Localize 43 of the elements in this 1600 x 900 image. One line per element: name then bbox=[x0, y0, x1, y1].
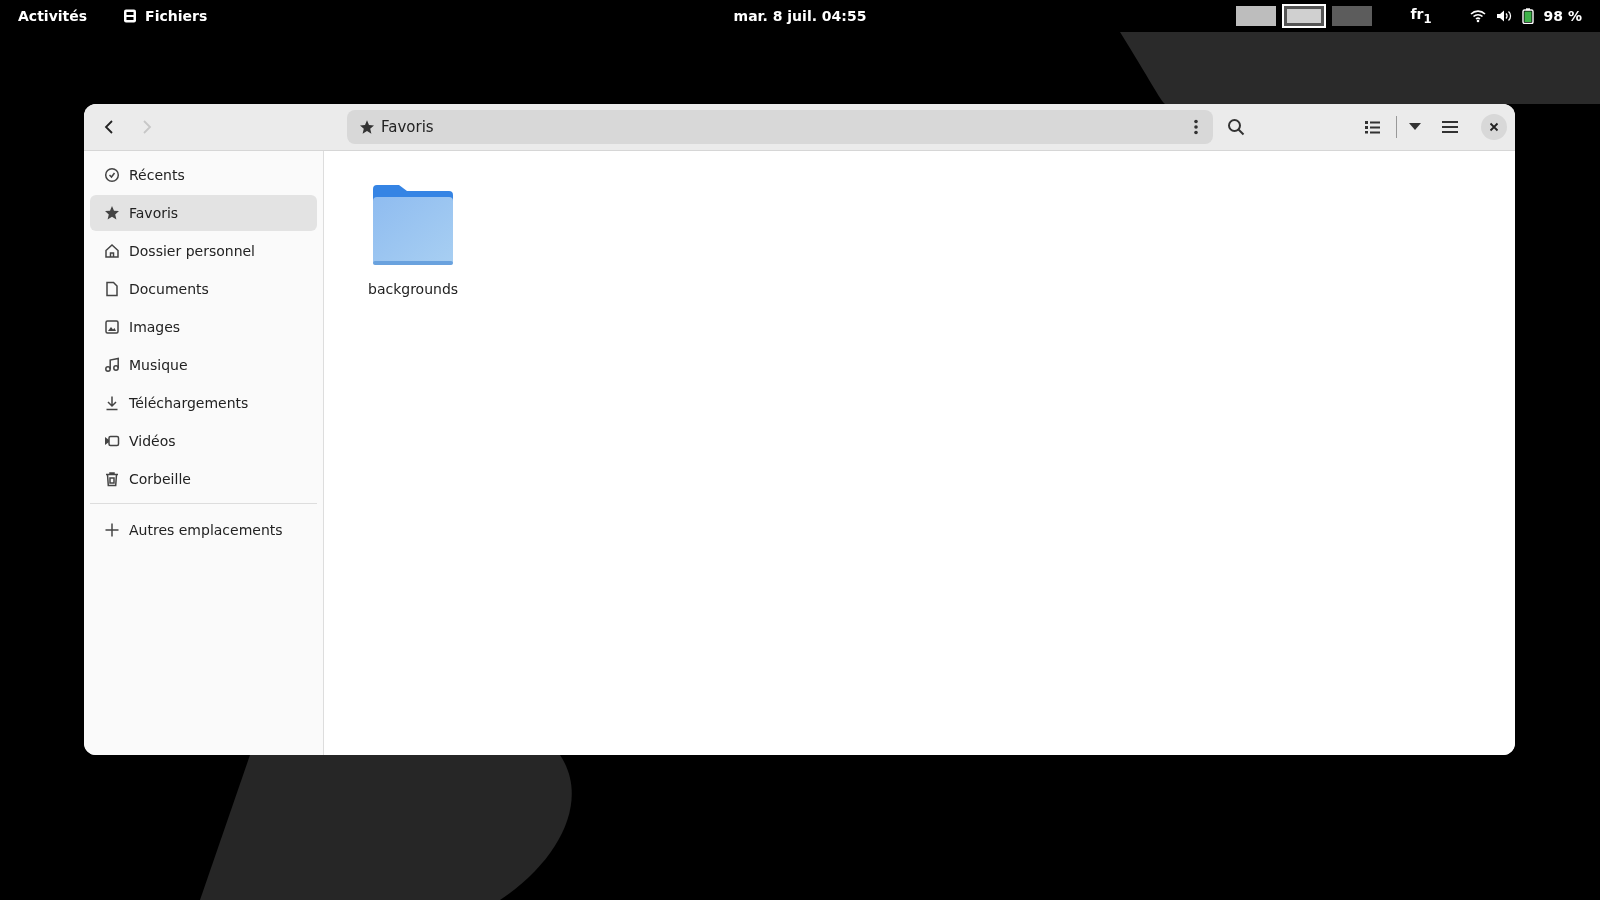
activities-button[interactable]: Activités bbox=[18, 8, 88, 24]
sidebar-item[interactable]: Vidéos bbox=[90, 423, 317, 459]
file-cabinet-icon bbox=[123, 9, 138, 23]
sidebar-item[interactable]: Favoris bbox=[90, 195, 317, 231]
close-button[interactable] bbox=[1481, 114, 1507, 140]
close-icon bbox=[1489, 122, 1499, 132]
battery-icon bbox=[1521, 8, 1534, 24]
wifi-icon bbox=[1469, 9, 1486, 23]
search-icon bbox=[1227, 118, 1245, 136]
location-bar[interactable]: Favoris bbox=[347, 110, 1213, 144]
menu-icon bbox=[1442, 120, 1458, 134]
sidebar-item[interactable]: Images bbox=[90, 309, 317, 345]
app-menu[interactable]: Fichiers bbox=[123, 8, 208, 24]
sidebar-item[interactable]: Corbeille bbox=[90, 461, 317, 497]
star-icon bbox=[359, 119, 375, 135]
music-icon bbox=[104, 357, 120, 373]
home-icon bbox=[104, 243, 120, 259]
doc-icon bbox=[104, 281, 120, 297]
list-icon bbox=[1365, 120, 1381, 134]
clock[interactable]: mar. 8 juil. 04:55 bbox=[733, 8, 867, 24]
plus-icon bbox=[104, 522, 120, 538]
workspace-thumbnail[interactable] bbox=[1284, 6, 1325, 26]
workspace-thumbnail[interactable] bbox=[1236, 6, 1277, 26]
folder-icon bbox=[373, 185, 454, 267]
sidebar-item[interactable]: Dossier personnel bbox=[90, 233, 317, 269]
vertical-dots-icon bbox=[1194, 119, 1198, 135]
sidebar-item[interactable]: Téléchargements bbox=[90, 385, 317, 421]
caret-icon bbox=[1409, 123, 1421, 131]
download-icon bbox=[104, 395, 120, 411]
system-menu[interactable]: 98 % bbox=[1469, 8, 1582, 24]
video-icon bbox=[104, 433, 120, 449]
sidebar-item[interactable]: Récents bbox=[90, 157, 317, 193]
sidebar-item[interactable]: Autres emplacements bbox=[90, 512, 317, 548]
speaker-icon bbox=[1495, 9, 1512, 23]
folder-item[interactable]: backgrounds bbox=[364, 181, 463, 301]
trash-icon bbox=[104, 471, 120, 487]
clock-icon bbox=[104, 167, 120, 183]
star-icon bbox=[104, 205, 120, 221]
sidebar-item[interactable]: Documents bbox=[90, 271, 317, 307]
sidebar-item[interactable]: Musique bbox=[90, 347, 317, 383]
image-icon bbox=[104, 319, 120, 335]
workspace-thumbnail[interactable] bbox=[1332, 6, 1373, 26]
keyboard-layout[interactable]: fr$_{1}$ bbox=[1410, 6, 1432, 26]
